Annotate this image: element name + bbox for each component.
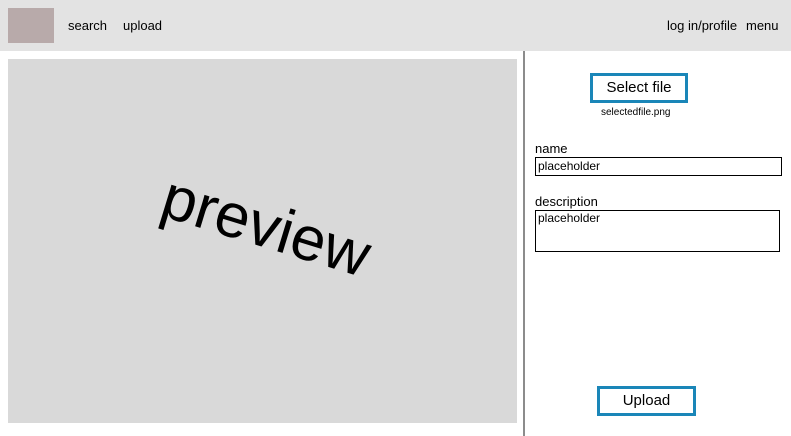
selected-filename: selectedfile.png: [601, 107, 671, 118]
name-input[interactable]: [535, 157, 782, 176]
nav-search-link[interactable]: search: [68, 18, 107, 34]
description-input[interactable]: [535, 210, 780, 252]
top-bar: search upload log in/profile menu: [0, 0, 791, 51]
panel-divider: [523, 51, 525, 436]
logo[interactable]: [8, 8, 54, 43]
name-label: name: [535, 141, 568, 156]
nav-login-profile-link[interactable]: log in/profile: [667, 18, 737, 34]
upload-button[interactable]: Upload: [597, 386, 696, 416]
select-file-button[interactable]: Select file: [590, 73, 688, 103]
image-preview: preview: [8, 59, 517, 423]
preview-label: preview: [153, 162, 378, 291]
description-label: description: [535, 194, 598, 209]
nav-menu-link[interactable]: menu: [746, 18, 779, 34]
nav-upload-link[interactable]: upload: [123, 18, 162, 34]
